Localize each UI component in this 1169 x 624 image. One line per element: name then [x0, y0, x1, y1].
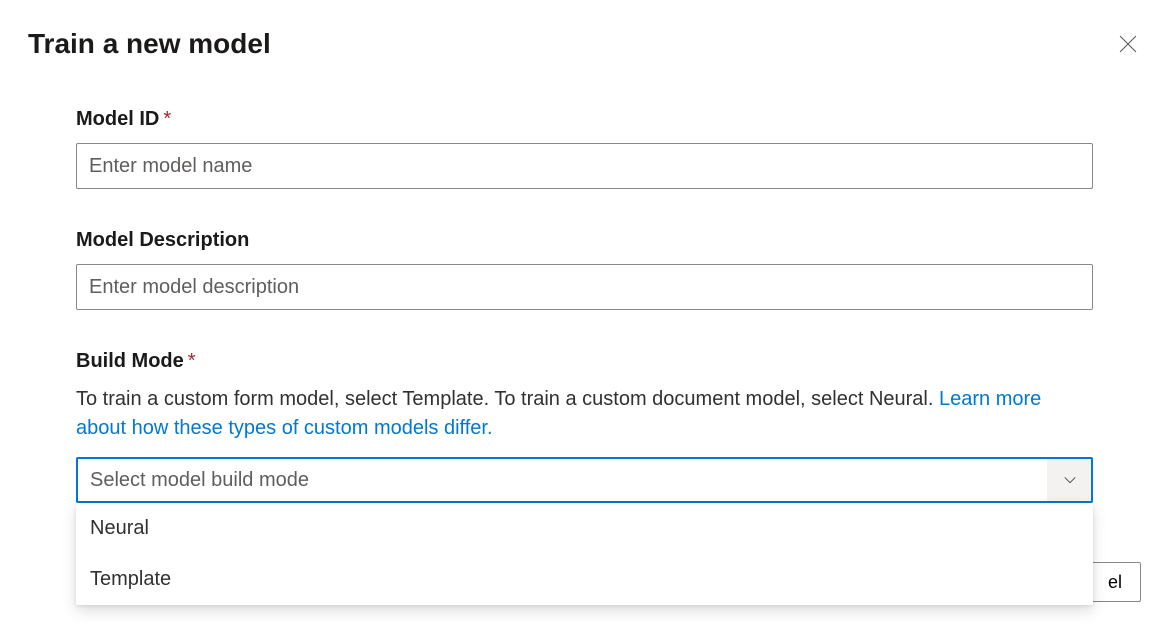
build-mode-label-text: Build Mode: [76, 350, 184, 372]
model-id-label-text: Model ID: [76, 108, 159, 130]
form-body: Model ID* Model Description Build Mode* …: [0, 60, 1169, 503]
close-icon: [1119, 35, 1137, 53]
close-button[interactable]: [1115, 31, 1141, 57]
build-mode-dropdown-wrap: Select model build mode Neural Template: [76, 457, 1093, 503]
model-id-group: Model ID*: [76, 108, 1093, 189]
build-mode-option-neural[interactable]: Neural: [76, 503, 1093, 554]
model-description-input[interactable]: [76, 264, 1093, 310]
model-description-label-text: Model Description: [76, 229, 249, 251]
build-mode-label: Build Mode*: [76, 350, 1093, 373]
required-asterisk: *: [188, 350, 196, 372]
build-mode-dropdown-list: Neural Template: [76, 503, 1093, 605]
modal-header: Train a new model: [0, 0, 1169, 60]
required-asterisk: *: [163, 108, 171, 130]
model-id-label: Model ID*: [76, 108, 1093, 131]
chevron-down-icon: [1063, 473, 1077, 487]
build-mode-helper-text: To train a custom form model, select Tem…: [76, 388, 939, 410]
footer-button-partial[interactable]: el: [1089, 562, 1141, 602]
build-mode-dropdown[interactable]: Select model build mode: [76, 457, 1093, 503]
build-mode-option-template[interactable]: Template: [76, 554, 1093, 605]
build-mode-group: Build Mode* To train a custom form model…: [76, 350, 1093, 503]
model-description-group: Model Description: [76, 229, 1093, 310]
modal-title: Train a new model: [28, 28, 271, 60]
model-description-label: Model Description: [76, 229, 1093, 252]
model-id-input[interactable]: [76, 143, 1093, 189]
build-mode-helper: To train a custom form model, select Tem…: [76, 385, 1093, 443]
footer-buttons: el: [1089, 562, 1141, 602]
dropdown-caret-button[interactable]: [1047, 459, 1091, 501]
build-mode-dropdown-placeholder: Select model build mode: [78, 469, 321, 492]
